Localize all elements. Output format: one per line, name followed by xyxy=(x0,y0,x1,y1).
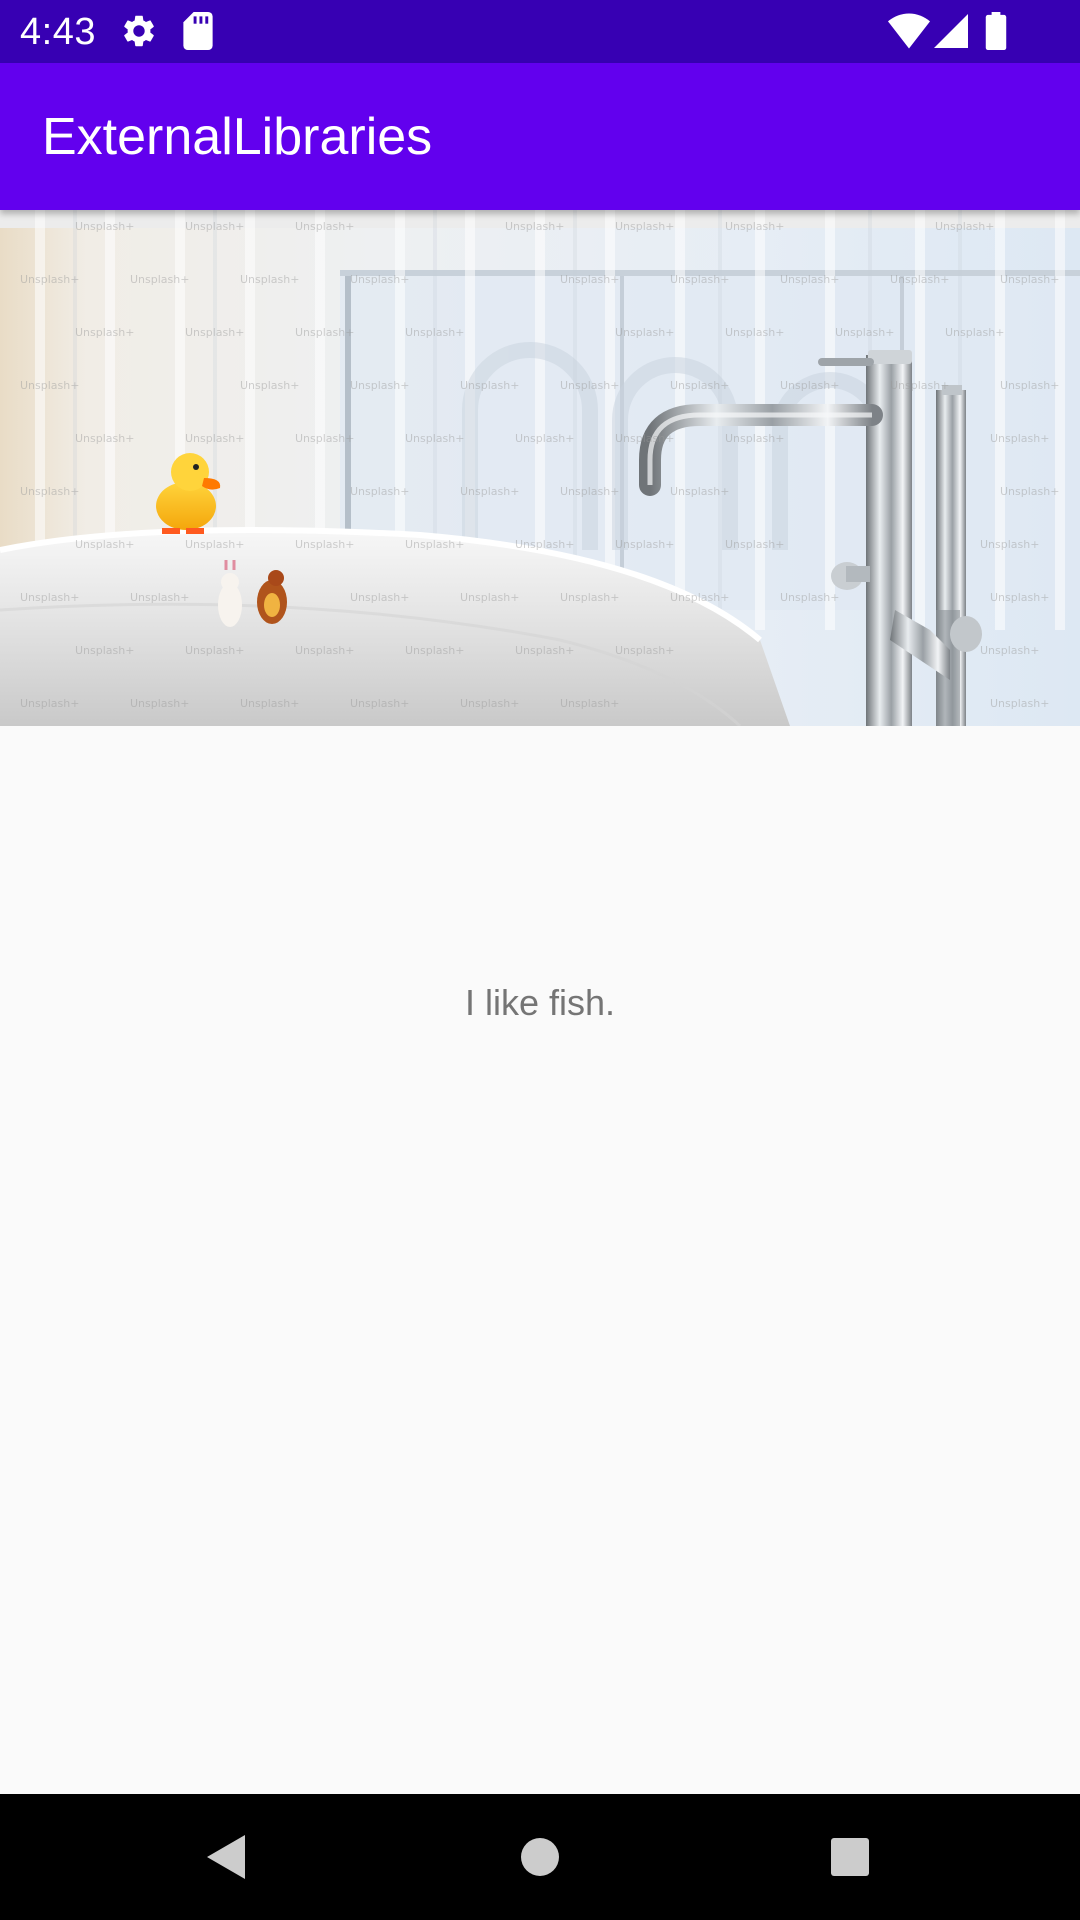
svg-text:Unsplash+: Unsplash+ xyxy=(725,432,784,445)
app-title: ExternalLibraries xyxy=(42,108,433,166)
svg-text:Unsplash+: Unsplash+ xyxy=(615,432,674,445)
svg-text:Unsplash+: Unsplash+ xyxy=(75,220,134,233)
svg-text:Unsplash+: Unsplash+ xyxy=(405,432,464,445)
svg-text:Unsplash+: Unsplash+ xyxy=(780,273,839,286)
home-icon[interactable] xyxy=(510,1827,570,1887)
cell-signal-icon xyxy=(934,14,968,48)
svg-text:Unsplash+: Unsplash+ xyxy=(185,644,244,657)
svg-text:Unsplash+: Unsplash+ xyxy=(240,273,299,286)
svg-text:Unsplash+: Unsplash+ xyxy=(75,326,134,339)
svg-text:Unsplash+: Unsplash+ xyxy=(20,591,79,604)
svg-text:Unsplash+: Unsplash+ xyxy=(990,432,1049,445)
sd-card-icon xyxy=(183,12,213,50)
svg-text:Unsplash+: Unsplash+ xyxy=(405,538,464,551)
recents-icon[interactable] xyxy=(820,1827,880,1887)
svg-text:Unsplash+: Unsplash+ xyxy=(725,326,784,339)
svg-text:Unsplash+: Unsplash+ xyxy=(75,538,134,551)
svg-text:Unsplash+: Unsplash+ xyxy=(20,273,79,286)
svg-text:Unsplash+: Unsplash+ xyxy=(350,485,409,498)
svg-text:Unsplash+: Unsplash+ xyxy=(185,326,244,339)
svg-text:Unsplash+: Unsplash+ xyxy=(350,273,409,286)
app-bar: ExternalLibraries xyxy=(0,63,1080,210)
svg-text:Unsplash+: Unsplash+ xyxy=(295,220,354,233)
back-icon[interactable] xyxy=(195,1827,255,1887)
svg-text:Unsplash+: Unsplash+ xyxy=(460,697,519,710)
battery-icon xyxy=(985,12,1007,50)
svg-text:Unsplash+: Unsplash+ xyxy=(1000,485,1059,498)
svg-text:Unsplash+: Unsplash+ xyxy=(780,591,839,604)
svg-text:Unsplash+: Unsplash+ xyxy=(980,538,1039,551)
svg-text:Unsplash+: Unsplash+ xyxy=(405,644,464,657)
svg-text:Unsplash+: Unsplash+ xyxy=(670,379,729,392)
svg-text:Unsplash+: Unsplash+ xyxy=(405,326,464,339)
svg-text:Unsplash+: Unsplash+ xyxy=(460,485,519,498)
bathroom-photo: Unsplash+ Unsplash+ Unsplash+ Unsplash+ Uns… xyxy=(0,210,1080,726)
svg-text:Unsplash+: Unsplash+ xyxy=(515,644,574,657)
svg-text:Unsplash+: Unsplash+ xyxy=(240,379,299,392)
svg-text:Unsplash+: Unsplash+ xyxy=(240,697,299,710)
svg-text:Unsplash+: Unsplash+ xyxy=(615,326,674,339)
svg-text:Unsplash+: Unsplash+ xyxy=(835,326,894,339)
svg-text:Unsplash+: Unsplash+ xyxy=(515,432,574,445)
status-time: 4:43 xyxy=(20,11,96,53)
svg-text:Unsplash+: Unsplash+ xyxy=(780,379,839,392)
svg-text:Unsplash+: Unsplash+ xyxy=(505,220,564,233)
wifi-icon xyxy=(888,13,930,49)
gear-icon xyxy=(124,15,154,47)
message-text: I like fish. xyxy=(464,982,616,1023)
svg-text:Unsplash+: Unsplash+ xyxy=(350,379,409,392)
svg-text:Unsplash+: Unsplash+ xyxy=(560,379,619,392)
svg-text:Unsplash+: Unsplash+ xyxy=(670,591,729,604)
svg-text:Unsplash+: Unsplash+ xyxy=(20,485,79,498)
svg-text:Unsplash+: Unsplash+ xyxy=(670,273,729,286)
app-screen: 4:43 ExternalLibraries Unsplash+ Unsplas… xyxy=(0,0,1080,1920)
svg-text:Unsplash+: Unsplash+ xyxy=(295,644,354,657)
svg-text:Unsplash+: Unsplash+ xyxy=(980,644,1039,657)
svg-text:Unsplash+: Unsplash+ xyxy=(615,538,674,551)
svg-text:Unsplash+: Unsplash+ xyxy=(185,220,244,233)
svg-text:Unsplash+: Unsplash+ xyxy=(560,485,619,498)
svg-text:Unsplash+: Unsplash+ xyxy=(460,379,519,392)
svg-text:Unsplash+: Unsplash+ xyxy=(560,591,619,604)
svg-text:Unsplash+: Unsplash+ xyxy=(725,538,784,551)
svg-text:Unsplash+: Unsplash+ xyxy=(1000,379,1059,392)
svg-text:Unsplash+: Unsplash+ xyxy=(460,591,519,604)
svg-text:Unsplash+: Unsplash+ xyxy=(130,591,189,604)
svg-text:Unsplash+: Unsplash+ xyxy=(890,273,949,286)
svg-text:Unsplash+: Unsplash+ xyxy=(560,273,619,286)
navigation-bar xyxy=(0,1794,1080,1920)
svg-text:Unsplash+: Unsplash+ xyxy=(935,220,994,233)
svg-text:Unsplash+: Unsplash+ xyxy=(670,485,729,498)
svg-text:Unsplash+: Unsplash+ xyxy=(185,432,244,445)
svg-text:Unsplash+: Unsplash+ xyxy=(1000,273,1059,286)
svg-text:Unsplash+: Unsplash+ xyxy=(295,538,354,551)
svg-text:Unsplash+: Unsplash+ xyxy=(515,538,574,551)
svg-text:Unsplash+: Unsplash+ xyxy=(185,538,244,551)
status-bar: 4:43 xyxy=(0,0,1080,63)
svg-text:Unsplash+: Unsplash+ xyxy=(350,591,409,604)
svg-text:Unsplash+: Unsplash+ xyxy=(945,326,1004,339)
svg-text:Unsplash+: Unsplash+ xyxy=(990,591,1049,604)
bathroom-illustration: Unsplash+ Unsplash+ Unsplash+ Unsplash+ Uns… xyxy=(0,210,1080,726)
svg-text:Unsplash+: Unsplash+ xyxy=(75,644,134,657)
svg-text:Unsplash+: Unsplash+ xyxy=(725,220,784,233)
svg-text:Unsplash+: Unsplash+ xyxy=(890,379,949,392)
svg-text:Unsplash+: Unsplash+ xyxy=(75,432,134,445)
svg-text:Unsplash+: Unsplash+ xyxy=(20,379,79,392)
svg-text:Unsplash+: Unsplash+ xyxy=(560,697,619,710)
svg-text:Unsplash+: Unsplash+ xyxy=(350,697,409,710)
svg-text:Unsplash+: Unsplash+ xyxy=(295,326,354,339)
svg-text:Unsplash+: Unsplash+ xyxy=(130,697,189,710)
svg-text:Unsplash+: Unsplash+ xyxy=(615,220,674,233)
svg-text:Unsplash+: Unsplash+ xyxy=(615,644,674,657)
svg-text:Unsplash+: Unsplash+ xyxy=(990,697,1049,710)
svg-text:Unsplash+: Unsplash+ xyxy=(130,273,189,286)
svg-text:Unsplash+: Unsplash+ xyxy=(20,697,79,710)
svg-text:Unsplash+: Unsplash+ xyxy=(295,432,354,445)
